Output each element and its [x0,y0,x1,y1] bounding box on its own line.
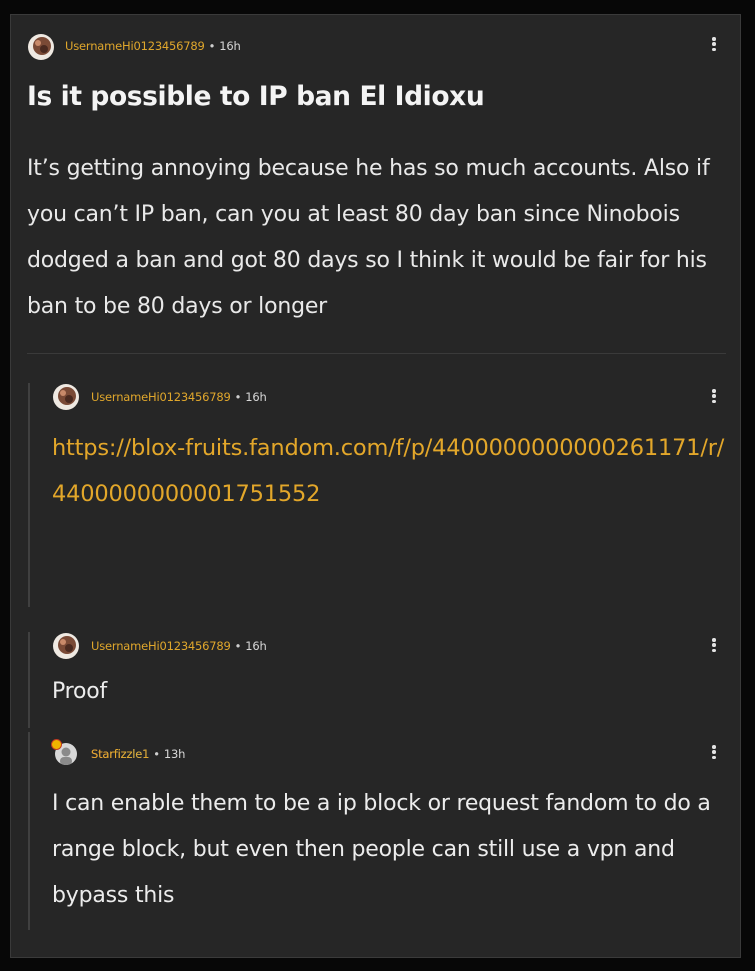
reply-body: Proof [52,679,108,704]
reply-author-name[interactable]: UsernameHi0123456789 [91,639,231,653]
reply-author-avatar[interactable] [53,633,79,659]
reply-author-name[interactable]: UsernameHi0123456789 [91,390,231,404]
meta-separator: • [234,639,242,653]
reply-more-options-icon[interactable] [706,741,722,763]
post-more-options-icon[interactable] [706,33,722,55]
reply-thread-line [28,632,30,728]
post-meta: UsernameHi0123456789 • 16h [65,39,241,53]
staff-badge-icon [51,739,62,750]
reply-link[interactable]: https://blox-fruits.fandom.com/f/p/44000… [52,425,732,517]
reply-author-avatar[interactable] [53,384,79,410]
reply-timestamp: 13h [163,747,186,761]
meta-separator: • [234,390,242,404]
reply-body: I can enable them to be a ip block or re… [52,791,711,908]
reply-thread-line [28,383,30,607]
reply-author-name[interactable]: Starfizzle1 [91,747,149,761]
post-body: It’s getting annoying because he has so … [27,156,710,319]
post-author-avatar[interactable] [28,34,54,60]
reply-more-options-icon[interactable] [706,634,722,656]
reply-thread-line [28,732,30,930]
meta-separator: • [153,747,160,761]
reply-meta: Starfizzle1 • 13h [91,747,185,761]
reply-more-options-icon[interactable] [706,385,722,407]
reply-timestamp: 16h [245,639,267,653]
reply-meta: UsernameHi0123456789 • 16h [91,390,267,404]
reply-meta: UsernameHi0123456789 • 16h [91,639,267,653]
reply-timestamp: 16h [245,390,267,404]
post-author-name[interactable]: UsernameHi0123456789 [65,39,205,53]
replies-divider [27,353,726,354]
post-timestamp: 16h [219,39,241,53]
discussion-panel: UsernameHi0123456789 • 16h Is it possible … [10,14,741,958]
post-title: Is it possible to IP ban El Idioxu [27,81,485,112]
meta-separator: • [208,39,216,53]
